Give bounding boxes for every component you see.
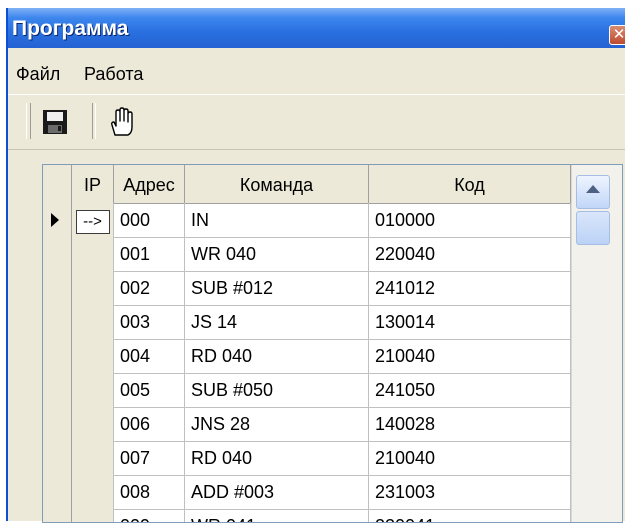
code-cell[interactable]: 140028: [369, 407, 571, 441]
vertical-scrollbar[interactable]: [571, 165, 622, 522]
scroll-up-arrow-icon[interactable]: [576, 175, 610, 209]
toolbar-grip[interactable]: [26, 103, 31, 139]
command-cell[interactable]: WR 040: [185, 237, 369, 271]
address-cell[interactable]: 003: [114, 305, 185, 339]
window-title: Программа: [12, 17, 129, 40]
header-address[interactable]: Адрес: [114, 165, 185, 203]
command-cell[interactable]: JS 14: [185, 305, 369, 339]
save-button[interactable]: [38, 105, 72, 139]
hand-cursor-icon: [111, 107, 133, 136]
table-row[interactable]: 007 RD 040 210040: [43, 441, 571, 476]
table-row[interactable]: 001 WR 040 220040: [43, 237, 571, 272]
ip-cell[interactable]: [72, 339, 114, 373]
row-indicator: [43, 441, 72, 475]
table-row[interactable]: 004 RD 040 210040: [43, 339, 571, 374]
row-indicator: [43, 339, 72, 373]
menu-work[interactable]: Работа: [84, 64, 143, 85]
row-indicator: [43, 373, 72, 407]
header-ip[interactable]: IP: [72, 165, 114, 203]
row-indicator: [43, 305, 72, 339]
command-cell[interactable]: RD 040: [185, 339, 369, 373]
toolbar: [8, 95, 625, 150]
code-cell[interactable]: 241050: [369, 373, 571, 407]
address-cell[interactable]: 000: [114, 203, 185, 237]
header-indicator: [43, 165, 72, 203]
menu-file[interactable]: Файл: [16, 64, 60, 85]
command-cell[interactable]: RD 040: [185, 441, 369, 475]
address-cell[interactable]: 006: [114, 407, 185, 441]
command-cell[interactable]: IN: [185, 203, 369, 237]
ip-cell[interactable]: [72, 237, 114, 271]
instruction-pointer-marker: -->: [75, 210, 110, 234]
program-window: Программа ✕ Файл Работа IP Адрес Команда…: [6, 8, 625, 523]
current-row-arrow-icon: [51, 213, 59, 227]
table-row[interactable]: 008 ADD #003 231003: [43, 475, 571, 510]
table-row[interactable]: 005 SUB #050 241050: [43, 373, 571, 408]
command-cell[interactable]: JNS 28: [185, 407, 369, 441]
stop-button[interactable]: [104, 105, 138, 139]
scroll-thumb[interactable]: [576, 211, 610, 245]
table-row[interactable]: --> 000 IN 010000: [43, 203, 571, 238]
code-cell[interactable]: 241012: [369, 271, 571, 305]
table-row[interactable]: 003 JS 14 130014: [43, 305, 571, 340]
table-row[interactable]: 002 SUB #012 241012: [43, 271, 571, 306]
code-cell[interactable]: 210040: [369, 339, 571, 373]
header-command[interactable]: Команда: [185, 165, 369, 203]
address-cell[interactable]: 001: [114, 237, 185, 271]
code-cell[interactable]: 210040: [369, 441, 571, 475]
menu-bar: Файл Работа: [8, 48, 625, 95]
header-code[interactable]: Код: [369, 165, 571, 203]
row-indicator: [43, 475, 72, 509]
save-disk-icon: [43, 110, 67, 134]
code-cell[interactable]: 231003: [369, 475, 571, 509]
ip-cell[interactable]: [72, 441, 114, 475]
toolbar-separator: [92, 103, 96, 139]
ip-cell[interactable]: [72, 373, 114, 407]
ip-cell[interactable]: [72, 271, 114, 305]
row-indicator: [43, 407, 72, 441]
command-cell[interactable]: SUB #012: [185, 271, 369, 305]
code-cell[interactable]: 130014: [369, 305, 571, 339]
code-cell[interactable]: 220040: [369, 237, 571, 271]
command-cell[interactable]: ADD #003: [185, 475, 369, 509]
ip-cell[interactable]: [72, 305, 114, 339]
grid-header: IP Адрес Команда Код: [43, 165, 571, 204]
ip-cell[interactable]: [72, 475, 114, 509]
close-button[interactable]: ✕: [609, 25, 625, 45]
address-cell[interactable]: 004: [114, 339, 185, 373]
row-indicator: [43, 237, 72, 271]
address-cell[interactable]: 008: [114, 475, 185, 509]
title-bar[interactable]: Программа ✕: [8, 8, 625, 48]
ip-cell[interactable]: [72, 407, 114, 441]
row-indicator: [43, 203, 72, 237]
address-cell[interactable]: 007: [114, 441, 185, 475]
ip-cell[interactable]: -->: [72, 203, 114, 237]
program-grid: IP Адрес Команда Код --> 000 IN 010000 001 WR…: [42, 164, 623, 523]
command-cell[interactable]: SUB #050: [185, 373, 369, 407]
code-cell[interactable]: 010000: [369, 203, 571, 237]
row-indicator: [43, 271, 72, 305]
address-cell[interactable]: 005: [114, 373, 185, 407]
address-cell[interactable]: 002: [114, 271, 185, 305]
table-row[interactable]: 006 JNS 28 140028: [43, 407, 571, 442]
